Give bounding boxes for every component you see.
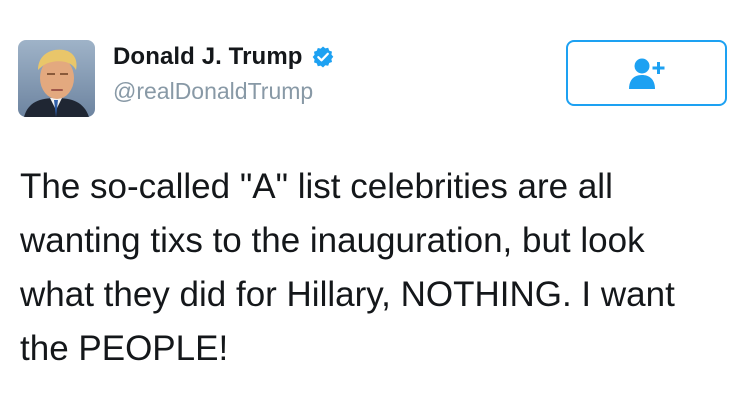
profile-photo-icon (18, 40, 95, 117)
name-row: Donald J. Trump (113, 42, 335, 72)
tweet-text-line: the PEOPLE! (20, 329, 229, 368)
tweet-text: The so-called "A" list celebrities are a… (20, 160, 720, 376)
tweet-text-line: wanting tixs to the inauguration, but lo… (20, 221, 645, 260)
verified-badge-icon (311, 45, 335, 69)
add-user-icon (627, 56, 667, 90)
avatar[interactable] (18, 40, 95, 117)
user-handle[interactable]: @realDonaldTrump (113, 78, 313, 105)
follow-button[interactable] (566, 40, 727, 106)
tweet-card: Donald J. Trump @realDonaldTrump The so-… (0, 0, 744, 401)
display-name[interactable]: Donald J. Trump (113, 43, 303, 71)
tweet-text-line: The so-called "A" list celebrities are a… (20, 167, 613, 206)
tweet-text-line: what they did for Hillary, NOTHING. I wa… (20, 275, 675, 314)
